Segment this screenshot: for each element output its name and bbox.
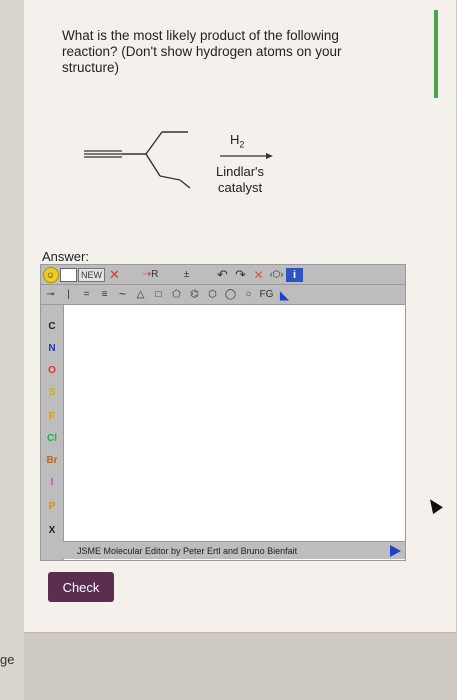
- double-bond-tool[interactable]: =: [78, 286, 95, 303]
- square-ring-icon: □: [155, 289, 162, 300]
- ring4-tool[interactable]: □: [150, 286, 167, 303]
- blue-triangle-icon: ◣: [279, 287, 290, 302]
- element-f[interactable]: F: [41, 411, 63, 422]
- heptagon-ring-icon: ◯: [224, 289, 237, 300]
- redo-icon: ↷: [235, 266, 246, 282]
- skeleton-bond-5: [159, 175, 181, 181]
- smiley-button[interactable]: ☺: [42, 266, 59, 283]
- left-rail: [0, 0, 24, 700]
- ring5-tool[interactable]: ⬠: [168, 286, 185, 303]
- element-s[interactable]: S: [41, 387, 63, 398]
- skeleton-bond-6: [179, 179, 191, 189]
- answer-label: Answer:: [42, 249, 89, 264]
- delete-tool[interactable]: ✕: [106, 266, 123, 283]
- element-o[interactable]: O: [41, 365, 63, 376]
- chain-tool[interactable]: ∼: [114, 286, 131, 303]
- question-line-1: What is the most likely product of the f…: [62, 28, 339, 43]
- hexagon-ring-icon: ⬡: [208, 289, 217, 300]
- check-button[interactable]: Check: [48, 572, 114, 602]
- ring6-tool[interactable]: ⬡: [204, 286, 221, 303]
- element-i[interactable]: I: [41, 477, 63, 488]
- ring3-tool[interactable]: △: [132, 286, 149, 303]
- undo-button[interactable]: ↶: [214, 266, 231, 283]
- catalyst-line-2: catalyst: [218, 180, 263, 195]
- progress-accent-bar: [434, 10, 438, 98]
- blank-tool-2[interactable]: [160, 266, 177, 283]
- double-bond-icon: =: [83, 289, 90, 300]
- element-br[interactable]: Br: [41, 455, 63, 466]
- element-p[interactable]: P: [41, 501, 63, 512]
- element-x[interactable]: X: [41, 525, 63, 536]
- play-icon[interactable]: [390, 545, 401, 557]
- benzene-tool[interactable]: ⌬: [186, 286, 203, 303]
- reaction-scheme: [84, 131, 273, 189]
- blank-tool-3[interactable]: [196, 266, 213, 283]
- side-label: ge: [0, 652, 15, 667]
- redo-button[interactable]: ↷: [232, 266, 249, 283]
- new-button[interactable]: NEW: [78, 267, 105, 282]
- octagon-ring-icon: ○: [245, 289, 252, 300]
- smiley-icon: ☺: [42, 266, 59, 283]
- reagent-h2: H2: [230, 132, 245, 150]
- triple-bond-tool[interactable]: ≡: [96, 286, 113, 303]
- r-group-tool[interactable]: ⇢ R: [142, 266, 159, 283]
- template-tool[interactable]: ‹⬡›: [268, 266, 285, 283]
- red-x-icon: ✕: [109, 266, 120, 282]
- question-line-3: structure): [62, 60, 120, 75]
- stereo-bond-icon: |: [67, 289, 70, 300]
- editor-toolbar-top: ☺ NEW ✕ ⇢ R ± ↶ ↷ ✕ ‹⬡› i: [41, 265, 405, 285]
- blank-tool-1[interactable]: [124, 266, 141, 283]
- clear-tool[interactable]: ✕: [250, 266, 267, 283]
- editor-status-bar: JSME Molecular Editor by Peter Ertl and …: [63, 541, 405, 559]
- info-button[interactable]: i: [286, 267, 303, 282]
- skeleton-bond-4: [145, 153, 161, 177]
- jsme-molecular-editor[interactable]: ☺ NEW ✕ ⇢ R ± ↶ ↷ ✕ ‹⬡› i ⊸ | = ≡ ∼ △ □ ⬠…: [40, 264, 406, 561]
- skeleton-bond-2: [145, 131, 163, 155]
- stereo-bond-tool[interactable]: |: [60, 286, 77, 303]
- charge-icon: ±: [183, 269, 190, 280]
- benzene-icon: ⌬: [190, 289, 199, 300]
- catalyst-line-1: Lindlar's: [216, 164, 265, 179]
- chain-icon: ∼: [118, 289, 127, 300]
- square-tool[interactable]: [60, 267, 77, 282]
- ring8-tool[interactable]: ○: [240, 286, 257, 303]
- pentagon-ring-icon: ⬠: [172, 289, 181, 300]
- element-cl[interactable]: Cl: [41, 433, 63, 444]
- undo-icon: ↶: [217, 266, 228, 282]
- editor-toolbar-bonds: ⊸ | = ≡ ∼ △ □ ⬠ ⌬ ⬡ ◯ ○ FG ◣: [41, 285, 405, 305]
- template-icon: ‹⬡›: [269, 269, 284, 279]
- single-bond-tool[interactable]: ⊸: [42, 286, 59, 303]
- r-arrow-icon: ⇢: [142, 269, 152, 280]
- question-text: What is the most likely product of the f…: [62, 28, 362, 76]
- reaction-arrow-head: [266, 153, 273, 159]
- element-c[interactable]: C: [41, 321, 63, 332]
- functional-group-button[interactable]: FG: [258, 286, 275, 303]
- triple-bond-icon: ≡: [101, 289, 108, 300]
- charge-tool[interactable]: ±: [178, 266, 195, 283]
- element-n[interactable]: N: [41, 343, 63, 354]
- single-bond-icon: ⊸: [46, 289, 55, 300]
- ring7-tool[interactable]: ◯: [222, 286, 239, 303]
- fg-dropdown[interactable]: ◣: [276, 286, 293, 303]
- triangle-ring-icon: △: [136, 289, 145, 300]
- editor-credit: JSME Molecular Editor by Peter Ertl and …: [77, 545, 298, 556]
- element-palette: C N O S F Cl Br I P X: [41, 305, 64, 560]
- clear-icon: ✕: [253, 267, 264, 282]
- question-line-2: reaction? (Don't show hydrogen atoms on …: [62, 44, 342, 59]
